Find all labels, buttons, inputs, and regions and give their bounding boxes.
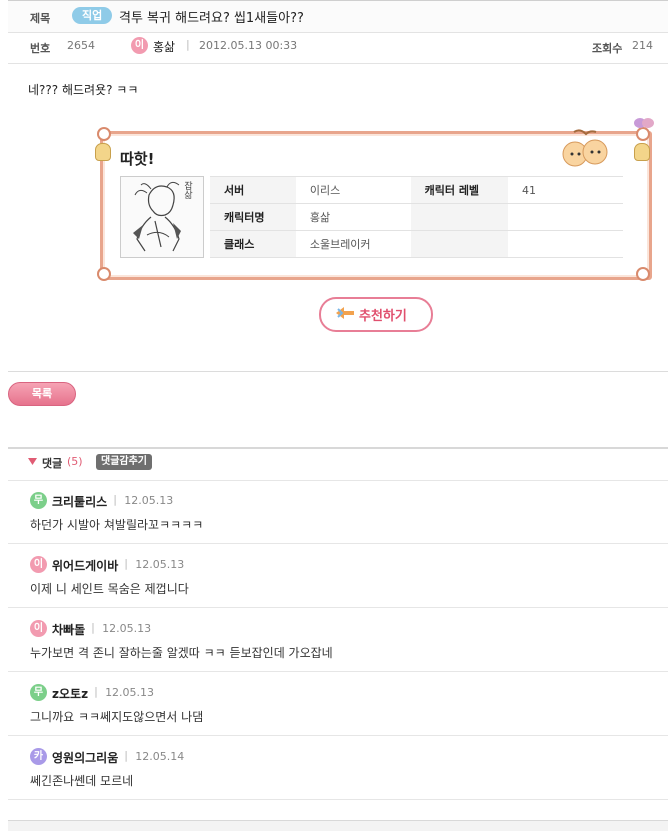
pin-icon <box>97 267 111 281</box>
separator: | <box>91 621 95 634</box>
number-label: 번호 <box>30 42 51 55</box>
comment-item <box>8 735 668 800</box>
mascot-icon <box>562 129 608 167</box>
triangle-down-icon[interactable] <box>28 458 37 465</box>
commenter-class-icon: 무 <box>30 492 47 509</box>
comment-author[interactable]: 차빠돌 <box>52 621 85 638</box>
comment-input-area[interactable] <box>8 820 668 831</box>
commenter-class-icon: 이 <box>30 556 47 573</box>
commenter-class-icon: 이 <box>30 620 47 637</box>
comment-item <box>8 479 668 544</box>
commenter-class-icon: 무 <box>30 684 47 701</box>
class-label: 클래스 <box>210 230 296 258</box>
avatar-caption: 잡삶 <box>182 181 192 199</box>
comment-item <box>8 543 668 608</box>
comment-date: 12.05.14 <box>135 750 185 763</box>
comment-date: 12.05.13 <box>105 686 155 699</box>
empty-cell <box>410 230 509 258</box>
separator: | <box>94 685 98 698</box>
comments-count: (5) <box>67 455 83 468</box>
comment-text: 이제 니 세인트 목숨은 제껍니다 <box>30 582 189 596</box>
separator: | <box>124 749 128 762</box>
comment-text: 쎄긴존나쎈데 모르네 <box>30 774 134 788</box>
pin-icon <box>97 127 111 141</box>
class-value: 소울브레이커 <box>295 230 411 258</box>
post-body: 네??? 해드려욧? ㅋㅋ <box>28 83 139 97</box>
title-label: 제목 <box>30 12 51 25</box>
character-card-title: 따핫! <box>120 150 155 168</box>
comment-text: 그니까요 ㅋㅋ쎄지도않으면서 나댐 <box>30 710 204 724</box>
level-value: 41 <box>508 176 623 204</box>
comment-author[interactable]: z오토z <box>52 685 88 702</box>
comment-date: 12.05.13 <box>102 622 152 635</box>
category-badge: 직업 <box>72 7 113 24</box>
separator: | <box>113 493 117 506</box>
bell-icon <box>95 143 111 161</box>
comment-text: 하던가 시발아 쳐발릴라꼬ㅋㅋㅋㅋ <box>30 518 204 532</box>
table-row: 클래스 소울브레이커 <box>210 230 623 258</box>
post-title: 격투 복귀 해드려요? 씹1새들아?? <box>119 11 304 26</box>
server-label: 서버 <box>210 176 296 204</box>
table-row: 서버 이리스 캐릭터 레벨 41 <box>210 176 623 204</box>
comment-author[interactable]: 크리퉅리스 <box>52 493 107 510</box>
empty-cell <box>508 203 623 231</box>
comment-author[interactable]: 위어드게이바 <box>52 557 118 574</box>
views-count: 214 <box>632 39 653 52</box>
comment-item <box>8 607 668 672</box>
character-name-label: 캐릭터명 <box>210 203 296 231</box>
empty-cell <box>410 203 509 231</box>
character-avatar: 잡삶 <box>120 176 204 258</box>
views-label: 조회수 <box>592 42 623 55</box>
post-number: 2654 <box>67 39 95 52</box>
recommend-arrow-icon <box>336 307 354 319</box>
post-info-row <box>8 31 668 64</box>
comment-date: 12.05.13 <box>124 494 174 507</box>
recommend-label: 추천하기 <box>359 309 407 324</box>
hide-comments-button[interactable]: 댓글감추기 <box>96 454 152 470</box>
empty-cell <box>508 230 623 258</box>
divider <box>8 371 668 372</box>
list-button[interactable]: 목록 <box>8 382 76 406</box>
comment-text: 누가보면 격 존니 잘하는줄 알겠따 ㅋㅋ 듣보잡인데 가오잡네 <box>30 646 333 660</box>
character-name-value: 홍삶 <box>295 203 411 231</box>
author-class-icon: 이 <box>131 37 148 54</box>
pin-icon <box>636 267 650 281</box>
server-value: 이리스 <box>295 176 411 204</box>
comment-item <box>8 671 668 736</box>
comment-author[interactable]: 영원의그리움 <box>52 749 118 766</box>
post-date: 2012.05.13 00:33 <box>199 39 298 52</box>
comments-label: 댓글 <box>42 457 63 470</box>
table-row: 캐릭터명 홍삶 <box>210 203 623 231</box>
post-author[interactable]: 홍삶 <box>153 38 175 55</box>
level-label: 캐릭터 레벨 <box>410 176 509 204</box>
separator: | <box>124 557 128 570</box>
comment-date: 12.05.13 <box>135 558 185 571</box>
commenter-class-icon: 카 <box>30 748 47 765</box>
character-info-table: 서버 이리스 캐릭터 레벨 41 캐릭터명 홍삶 클래스 소울브레이커 <box>210 176 623 258</box>
separator: | <box>186 38 190 51</box>
bell-icon <box>634 143 650 161</box>
butterfly-icon <box>634 118 654 128</box>
